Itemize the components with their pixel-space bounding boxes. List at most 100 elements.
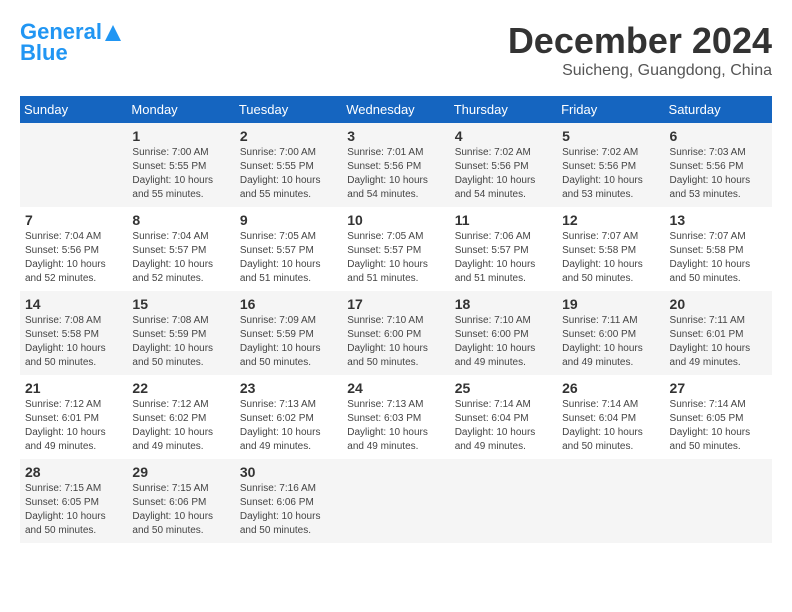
day-number: 30 [240, 464, 337, 480]
sunset-text: Sunset: 5:56 PM [25, 245, 99, 256]
table-row: 30 Sunrise: 7:16 AM Sunset: 6:06 PM Dayl… [235, 459, 342, 543]
daylight-text: Daylight: 10 hours and 53 minutes. [562, 175, 643, 200]
sunrise-text: Sunrise: 7:02 AM [455, 147, 531, 158]
sunset-text: Sunset: 5:57 PM [132, 245, 206, 256]
daylight-text: Daylight: 10 hours and 54 minutes. [455, 175, 536, 200]
calendar-row: 7 Sunrise: 7:04 AM Sunset: 5:56 PM Dayli… [20, 207, 772, 291]
table-row: 13 Sunrise: 7:07 AM Sunset: 5:58 PM Dayl… [665, 207, 772, 291]
header-friday: Friday [557, 96, 664, 123]
daylight-text: Daylight: 10 hours and 55 minutes. [240, 175, 321, 200]
sunset-text: Sunset: 5:56 PM [347, 161, 421, 172]
table-row [557, 459, 664, 543]
sunrise-text: Sunrise: 7:10 AM [455, 315, 531, 326]
sunset-text: Sunset: 5:58 PM [670, 245, 744, 256]
sunset-text: Sunset: 5:56 PM [670, 161, 744, 172]
table-row: 10 Sunrise: 7:05 AM Sunset: 5:57 PM Dayl… [342, 207, 449, 291]
table-row: 27 Sunrise: 7:14 AM Sunset: 6:05 PM Dayl… [665, 375, 772, 459]
header-sunday: Sunday [20, 96, 127, 123]
daylight-text: Daylight: 10 hours and 49 minutes. [562, 343, 643, 368]
day-number: 29 [132, 464, 229, 480]
table-row: 6 Sunrise: 7:03 AM Sunset: 5:56 PM Dayli… [665, 123, 772, 207]
sunset-text: Sunset: 5:56 PM [455, 161, 529, 172]
table-row [20, 123, 127, 207]
table-row: 18 Sunrise: 7:10 AM Sunset: 6:00 PM Dayl… [450, 291, 557, 375]
calendar-row: 14 Sunrise: 7:08 AM Sunset: 5:58 PM Dayl… [20, 291, 772, 375]
daylight-text: Daylight: 10 hours and 50 minutes. [562, 427, 643, 452]
sunrise-text: Sunrise: 7:11 AM [670, 315, 745, 326]
table-row: 12 Sunrise: 7:07 AM Sunset: 5:58 PM Dayl… [557, 207, 664, 291]
table-row: 20 Sunrise: 7:11 AM Sunset: 6:01 PM Dayl… [665, 291, 772, 375]
header-wednesday: Wednesday [342, 96, 449, 123]
table-row: 15 Sunrise: 7:08 AM Sunset: 5:59 PM Dayl… [127, 291, 234, 375]
day-number: 20 [670, 296, 767, 312]
sunset-text: Sunset: 6:00 PM [347, 329, 421, 340]
sunrise-text: Sunrise: 7:12 AM [25, 399, 101, 410]
daylight-text: Daylight: 10 hours and 50 minutes. [25, 343, 106, 368]
daylight-text: Daylight: 10 hours and 49 minutes. [240, 427, 321, 452]
day-number: 5 [562, 128, 659, 144]
calendar-table: Sunday Monday Tuesday Wednesday Thursday… [20, 96, 772, 543]
table-row: 28 Sunrise: 7:15 AM Sunset: 6:05 PM Dayl… [20, 459, 127, 543]
sunrise-text: Sunrise: 7:13 AM [240, 399, 316, 410]
table-row: 22 Sunrise: 7:12 AM Sunset: 6:02 PM Dayl… [127, 375, 234, 459]
daylight-text: Daylight: 10 hours and 50 minutes. [132, 343, 213, 368]
sunset-text: Sunset: 5:57 PM [240, 245, 314, 256]
sunset-text: Sunset: 5:55 PM [240, 161, 314, 172]
table-row [342, 459, 449, 543]
day-number: 13 [670, 212, 767, 228]
daylight-text: Daylight: 10 hours and 55 minutes. [132, 175, 213, 200]
table-row: 29 Sunrise: 7:15 AM Sunset: 6:06 PM Dayl… [127, 459, 234, 543]
day-number: 8 [132, 212, 229, 228]
header-monday: Monday [127, 96, 234, 123]
sunset-text: Sunset: 5:56 PM [562, 161, 636, 172]
sunset-text: Sunset: 6:01 PM [670, 329, 744, 340]
daylight-text: Daylight: 10 hours and 52 minutes. [25, 259, 106, 284]
table-row: 21 Sunrise: 7:12 AM Sunset: 6:01 PM Dayl… [20, 375, 127, 459]
sunrise-text: Sunrise: 7:15 AM [132, 483, 208, 494]
daylight-text: Daylight: 10 hours and 51 minutes. [347, 259, 428, 284]
sunrise-text: Sunrise: 7:00 AM [132, 147, 208, 158]
sunrise-text: Sunrise: 7:04 AM [25, 231, 101, 242]
daylight-text: Daylight: 10 hours and 50 minutes. [240, 511, 321, 536]
sunset-text: Sunset: 5:59 PM [240, 329, 314, 340]
sunset-text: Sunset: 5:58 PM [25, 329, 99, 340]
daylight-text: Daylight: 10 hours and 51 minutes. [455, 259, 536, 284]
day-number: 16 [240, 296, 337, 312]
day-number: 28 [25, 464, 122, 480]
table-row: 5 Sunrise: 7:02 AM Sunset: 5:56 PM Dayli… [557, 123, 664, 207]
page-header: General Blue December 2024 Suicheng, Gua… [20, 20, 772, 80]
sunrise-text: Sunrise: 7:05 AM [347, 231, 423, 242]
day-number: 3 [347, 128, 444, 144]
sunrise-text: Sunrise: 7:16 AM [240, 483, 316, 494]
daylight-text: Daylight: 10 hours and 50 minutes. [240, 343, 321, 368]
sunset-text: Sunset: 5:58 PM [562, 245, 636, 256]
day-number: 25 [455, 380, 552, 396]
header-thursday: Thursday [450, 96, 557, 123]
day-number: 9 [240, 212, 337, 228]
sunset-text: Sunset: 6:06 PM [240, 497, 314, 508]
day-number: 24 [347, 380, 444, 396]
daylight-text: Daylight: 10 hours and 49 minutes. [455, 427, 536, 452]
daylight-text: Daylight: 10 hours and 50 minutes. [25, 511, 106, 536]
location-subtitle: Suicheng, Guangdong, China [508, 62, 772, 80]
day-number: 2 [240, 128, 337, 144]
sunset-text: Sunset: 6:00 PM [562, 329, 636, 340]
day-number: 1 [132, 128, 229, 144]
sunrise-text: Sunrise: 7:08 AM [25, 315, 101, 326]
table-row: 1 Sunrise: 7:00 AM Sunset: 5:55 PM Dayli… [127, 123, 234, 207]
sunset-text: Sunset: 5:59 PM [132, 329, 206, 340]
sunrise-text: Sunrise: 7:04 AM [132, 231, 208, 242]
sunrise-text: Sunrise: 7:12 AM [132, 399, 208, 410]
table-row: 17 Sunrise: 7:10 AM Sunset: 6:00 PM Dayl… [342, 291, 449, 375]
day-number: 17 [347, 296, 444, 312]
sunset-text: Sunset: 5:57 PM [455, 245, 529, 256]
table-row: 3 Sunrise: 7:01 AM Sunset: 5:56 PM Dayli… [342, 123, 449, 207]
table-row: 11 Sunrise: 7:06 AM Sunset: 5:57 PM Dayl… [450, 207, 557, 291]
sunset-text: Sunset: 6:02 PM [132, 413, 206, 424]
day-number: 6 [670, 128, 767, 144]
sunrise-text: Sunrise: 7:11 AM [562, 315, 637, 326]
sunset-text: Sunset: 6:05 PM [25, 497, 99, 508]
sunrise-text: Sunrise: 7:06 AM [455, 231, 531, 242]
sunset-text: Sunset: 6:01 PM [25, 413, 99, 424]
daylight-text: Daylight: 10 hours and 49 minutes. [455, 343, 536, 368]
